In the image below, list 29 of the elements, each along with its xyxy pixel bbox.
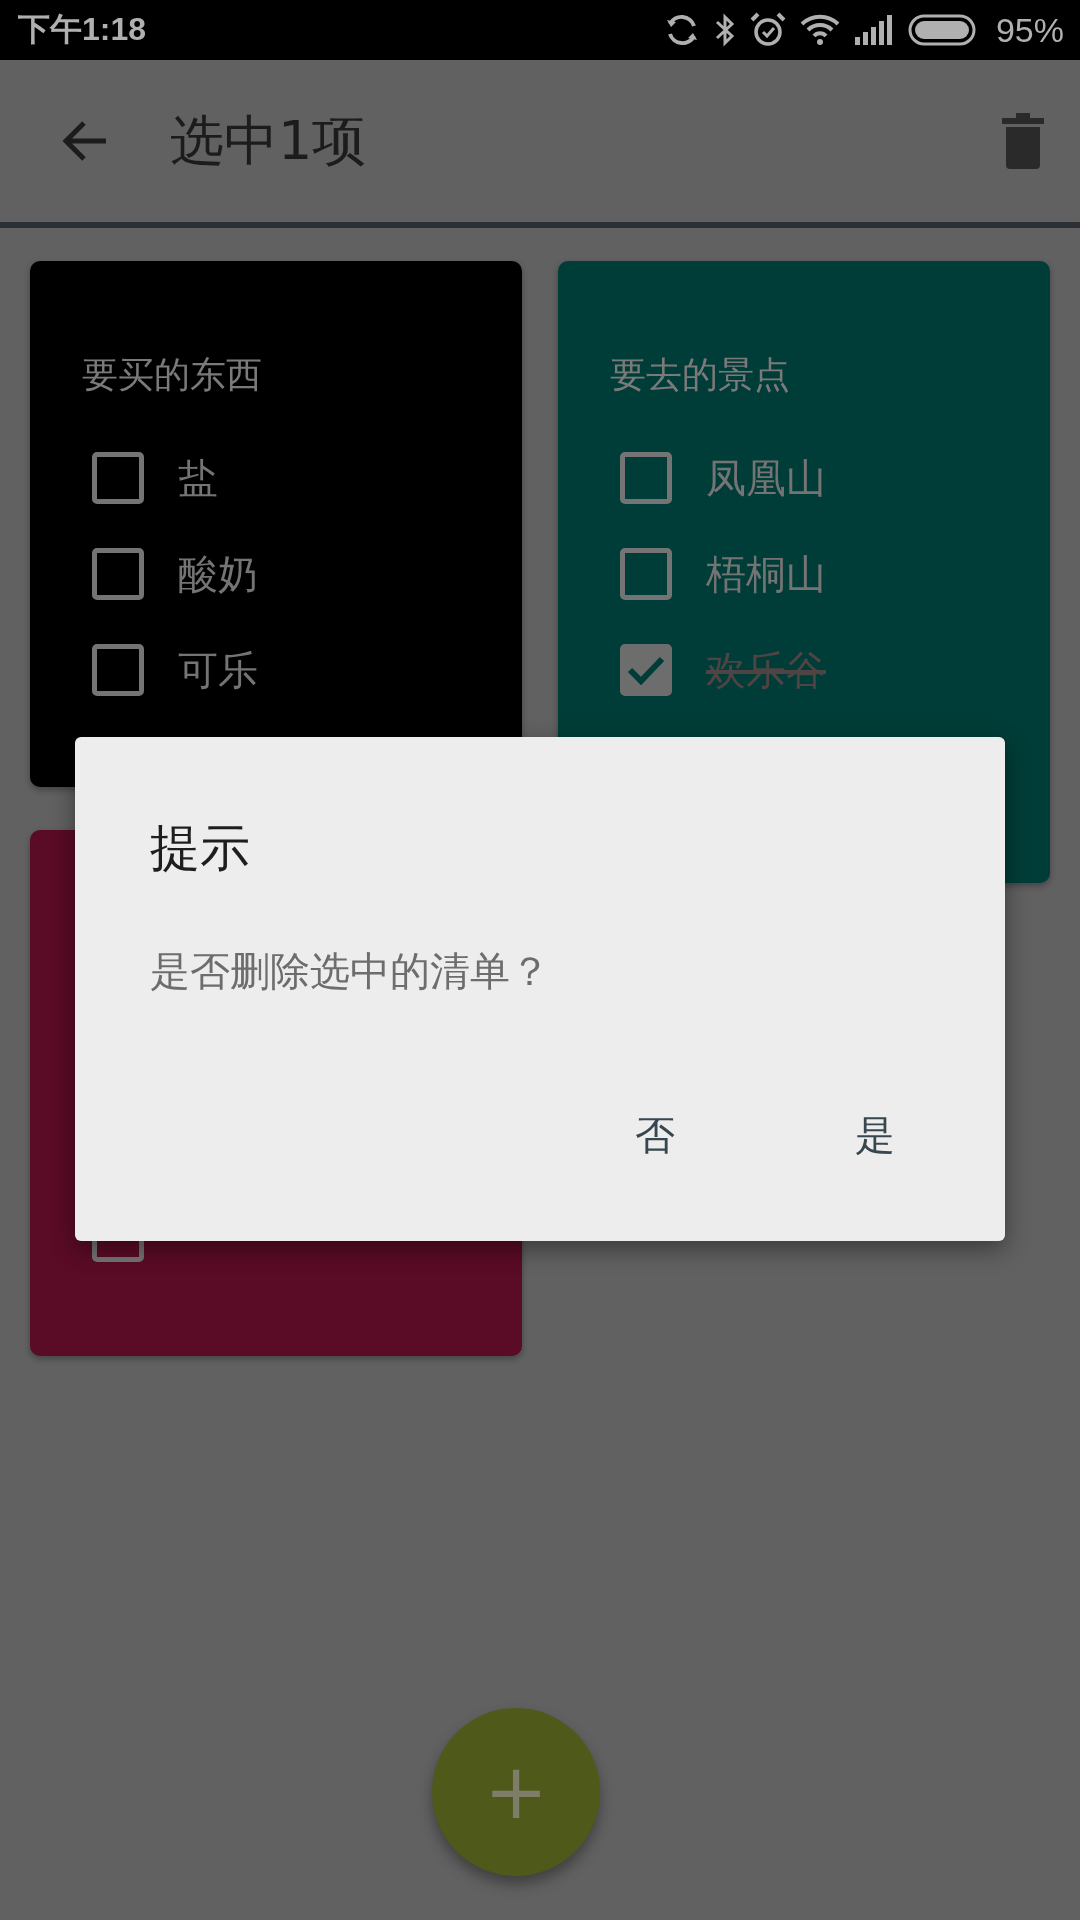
list-item-text: 欢乐谷 — [706, 645, 826, 695]
dialog-title: 提示 — [150, 818, 251, 879]
checkbox[interactable] — [92, 548, 144, 600]
dialog-button[interactable]: 是 — [815, 1098, 935, 1173]
selection-title: 选中1项 — [170, 107, 368, 174]
checkbox[interactable] — [620, 452, 672, 504]
check-icon — [627, 655, 665, 685]
wifi-icon — [799, 14, 840, 46]
dialog-message: 是否删除选中的清单？ — [150, 947, 551, 996]
signal-icon — [853, 15, 894, 45]
list-item-text: 酸奶 — [178, 549, 258, 599]
list-item-text: 梧桐山 — [706, 549, 826, 599]
alarm-icon — [749, 12, 786, 48]
list-item-text: 凤凰山 — [706, 453, 826, 503]
list-item-text: 盐 — [178, 453, 218, 503]
card-title: 要买的东西 — [82, 353, 263, 397]
trash-icon[interactable] — [1002, 113, 1044, 169]
list-card[interactable]: 要买的东西 盐 酸奶 可乐 — [30, 261, 522, 787]
battery-percent: 95% — [995, 10, 1064, 50]
checkbox[interactable] — [92, 644, 144, 696]
bluetooth-icon — [713, 12, 736, 48]
status-time: 下午1:18 — [18, 10, 148, 49]
checkbox[interactable] — [92, 452, 144, 504]
checkbox[interactable] — [620, 644, 672, 696]
list-item-text: 可乐 — [178, 645, 258, 695]
battery-icon — [907, 14, 976, 46]
card-title: 要去的景点 — [610, 353, 791, 397]
checkbox[interactable] — [620, 548, 672, 600]
dialog-button[interactable]: 否 — [595, 1098, 715, 1173]
